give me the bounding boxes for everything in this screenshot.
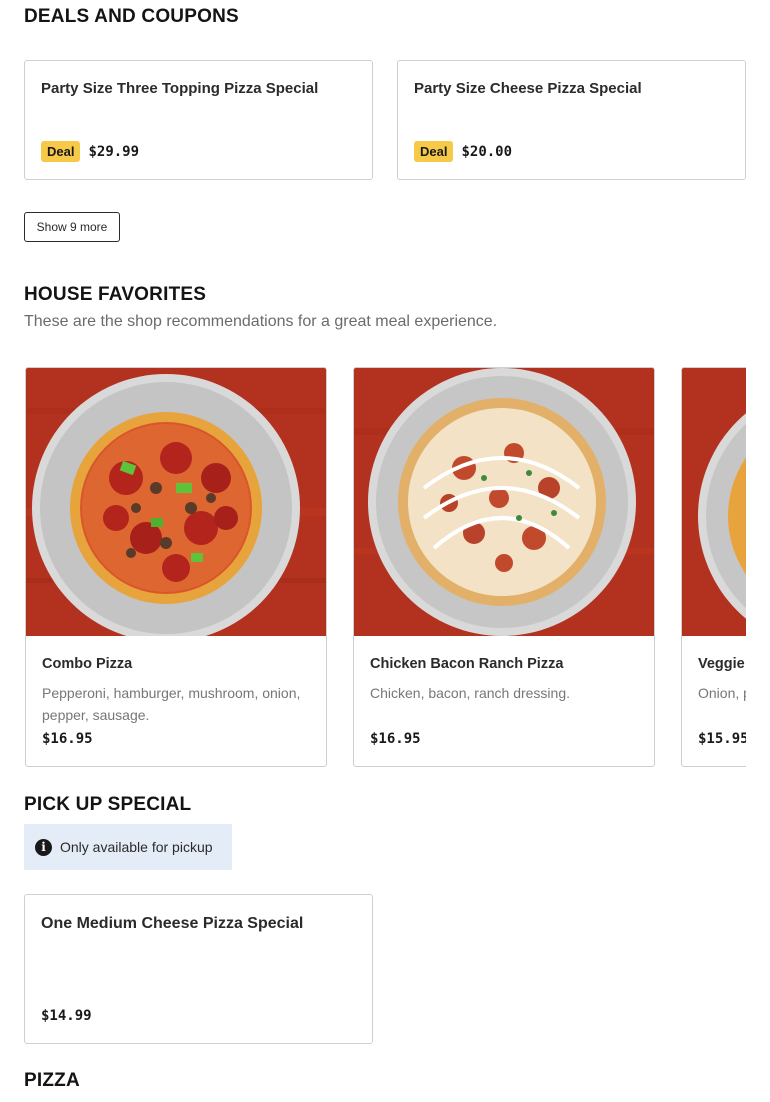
deal-badge: Deal (41, 141, 81, 162)
fav-card-desc: Pepperoni, hamburger, mushroom, onion, p… (42, 685, 301, 723)
pizza-image (682, 368, 746, 636)
favorites-carousel[interactable]: Combo Pizza Pepperoni, hamburger, mushro… (24, 367, 746, 769)
favorites-subtitle: These are the shop recommendations for a… (24, 313, 498, 330)
deal-badge: Deal (414, 141, 454, 162)
pickup-notice-text: Only available for pickup (60, 839, 213, 855)
deal-card-cheese[interactable]: Party Size Cheese Pizza Special Deal $20… (397, 60, 746, 180)
fav-card-desc: Onion, p tomato (698, 685, 746, 701)
deal-price: $29.99 (88, 143, 140, 160)
fav-card-veggie[interactable]: Veggie Onion, p tomato $15.95 (681, 367, 746, 767)
deal-card-title: Party Size Three Topping Pizza Special (41, 80, 319, 97)
fav-card-title: Veggie (698, 656, 745, 672)
pickup-card-title: One Medium Cheese Pizza Special (41, 915, 304, 932)
fav-card-combo[interactable]: Combo Pizza Pepperoni, hamburger, mushro… (25, 367, 327, 767)
pickup-card-medium-cheese[interactable]: One Medium Cheese Pizza Special $14.99 (24, 894, 373, 1044)
pizza-image (354, 368, 654, 636)
fav-card-title: Combo Pizza (42, 656, 133, 672)
pickup-section-title: PICK UP SPECIAL (24, 794, 192, 815)
fav-card-price: $15.95 (698, 731, 746, 747)
fav-card-desc: Chicken, bacon, ranch dressing. (370, 685, 570, 701)
pizza-image (26, 368, 326, 636)
pizza-section-title: PIZZA (24, 1070, 80, 1091)
fav-card-chicken-bacon-ranch[interactable]: Chicken Bacon Ranch Pizza Chicken, bacon… (353, 367, 655, 767)
fav-card-price: $16.95 (370, 731, 421, 747)
favorites-section-title: HOUSE FAVORITES (24, 284, 207, 305)
fav-card-title: Chicken Bacon Ranch Pizza (370, 656, 564, 672)
info-icon: i (35, 838, 52, 856)
deal-card-three-topping[interactable]: Party Size Three Topping Pizza Special D… (24, 60, 373, 180)
deal-card-title: Party Size Cheese Pizza Special (414, 80, 642, 97)
deal-price: $20.00 (461, 143, 513, 160)
fav-card-price: $16.95 (42, 731, 93, 747)
show-more-button[interactable]: Show 9 more (24, 212, 120, 242)
pickup-card-price: $14.99 (41, 1008, 92, 1024)
pickup-notice: i Only available for pickup (24, 824, 232, 870)
deals-section-title: DEALS AND COUPONS (24, 6, 239, 27)
